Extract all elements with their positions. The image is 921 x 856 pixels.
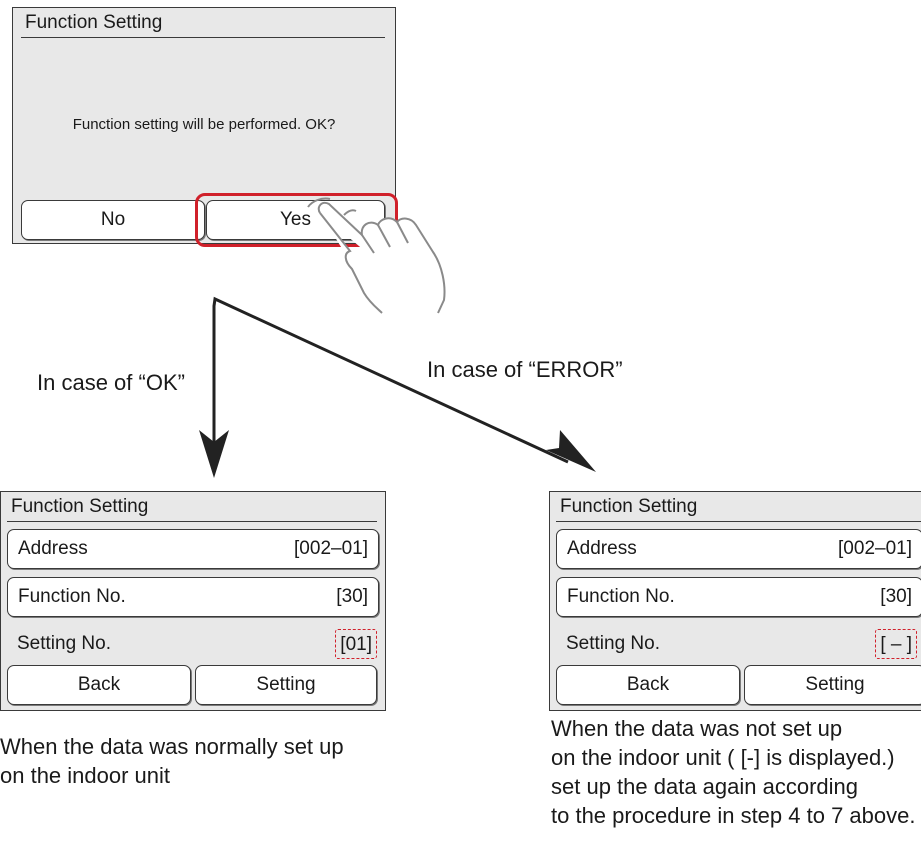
error-function-no-row[interactable]: Function No. [30] [556, 577, 921, 617]
error-caption-line4: to the procedure in step 4 to 7 above. [551, 803, 916, 828]
ok-caption-line2: on the indoor unit [0, 763, 171, 788]
error-function-no-label: Function No. [567, 586, 675, 607]
error-back-button[interactable]: Back [556, 665, 740, 705]
error-caption-line1: When the data was not set up [551, 716, 843, 741]
ok-caption-line1: When the data was normally set up [0, 734, 344, 759]
function-no-label: Function No. [18, 586, 126, 607]
ok-case-label: In case of “OK” [37, 370, 185, 395]
error-case-label: In case of “ERROR” [427, 357, 623, 382]
ok-caption: When the data was normally set up on the… [0, 732, 344, 790]
error-caption-line3: set up the data again according [551, 774, 859, 799]
setting-no-row: Setting No. [01] [7, 624, 379, 664]
ok-function-panel: Function Setting Address [002–01] Functi… [0, 491, 386, 711]
error-function-no-value: [30] [880, 586, 912, 607]
error-panel-title: Function Setting [556, 492, 921, 522]
ok-panel-title: Function Setting [7, 492, 377, 522]
error-address-label: Address [567, 538, 637, 559]
error-address-value: [002–01] [838, 538, 912, 559]
right-arrowhead [546, 430, 596, 472]
error-caption-line2: on the indoor unit ( [-] is displayed.) [551, 745, 895, 770]
back-button[interactable]: Back [7, 665, 191, 705]
function-no-row[interactable]: Function No. [30] [7, 577, 379, 617]
error-function-panel: Function Setting Address [002–01] Functi… [549, 491, 921, 711]
setting-no-value: [01] [335, 629, 377, 659]
error-caption: When the data was not set up on the indo… [551, 714, 915, 830]
address-row[interactable]: Address [002–01] [7, 529, 379, 569]
setting-no-label: Setting No. [17, 633, 111, 654]
error-address-row[interactable]: Address [002–01] [556, 529, 921, 569]
error-setting-button[interactable]: Setting [744, 665, 921, 705]
address-label: Address [18, 538, 88, 559]
error-setting-no-label: Setting No. [566, 633, 660, 654]
setting-button[interactable]: Setting [195, 665, 377, 705]
function-no-value: [30] [336, 586, 368, 607]
error-setting-no-row: Setting No. [ – ] [556, 624, 921, 664]
address-value: [002–01] [294, 538, 368, 559]
error-setting-no-value: [ – ] [875, 629, 917, 659]
